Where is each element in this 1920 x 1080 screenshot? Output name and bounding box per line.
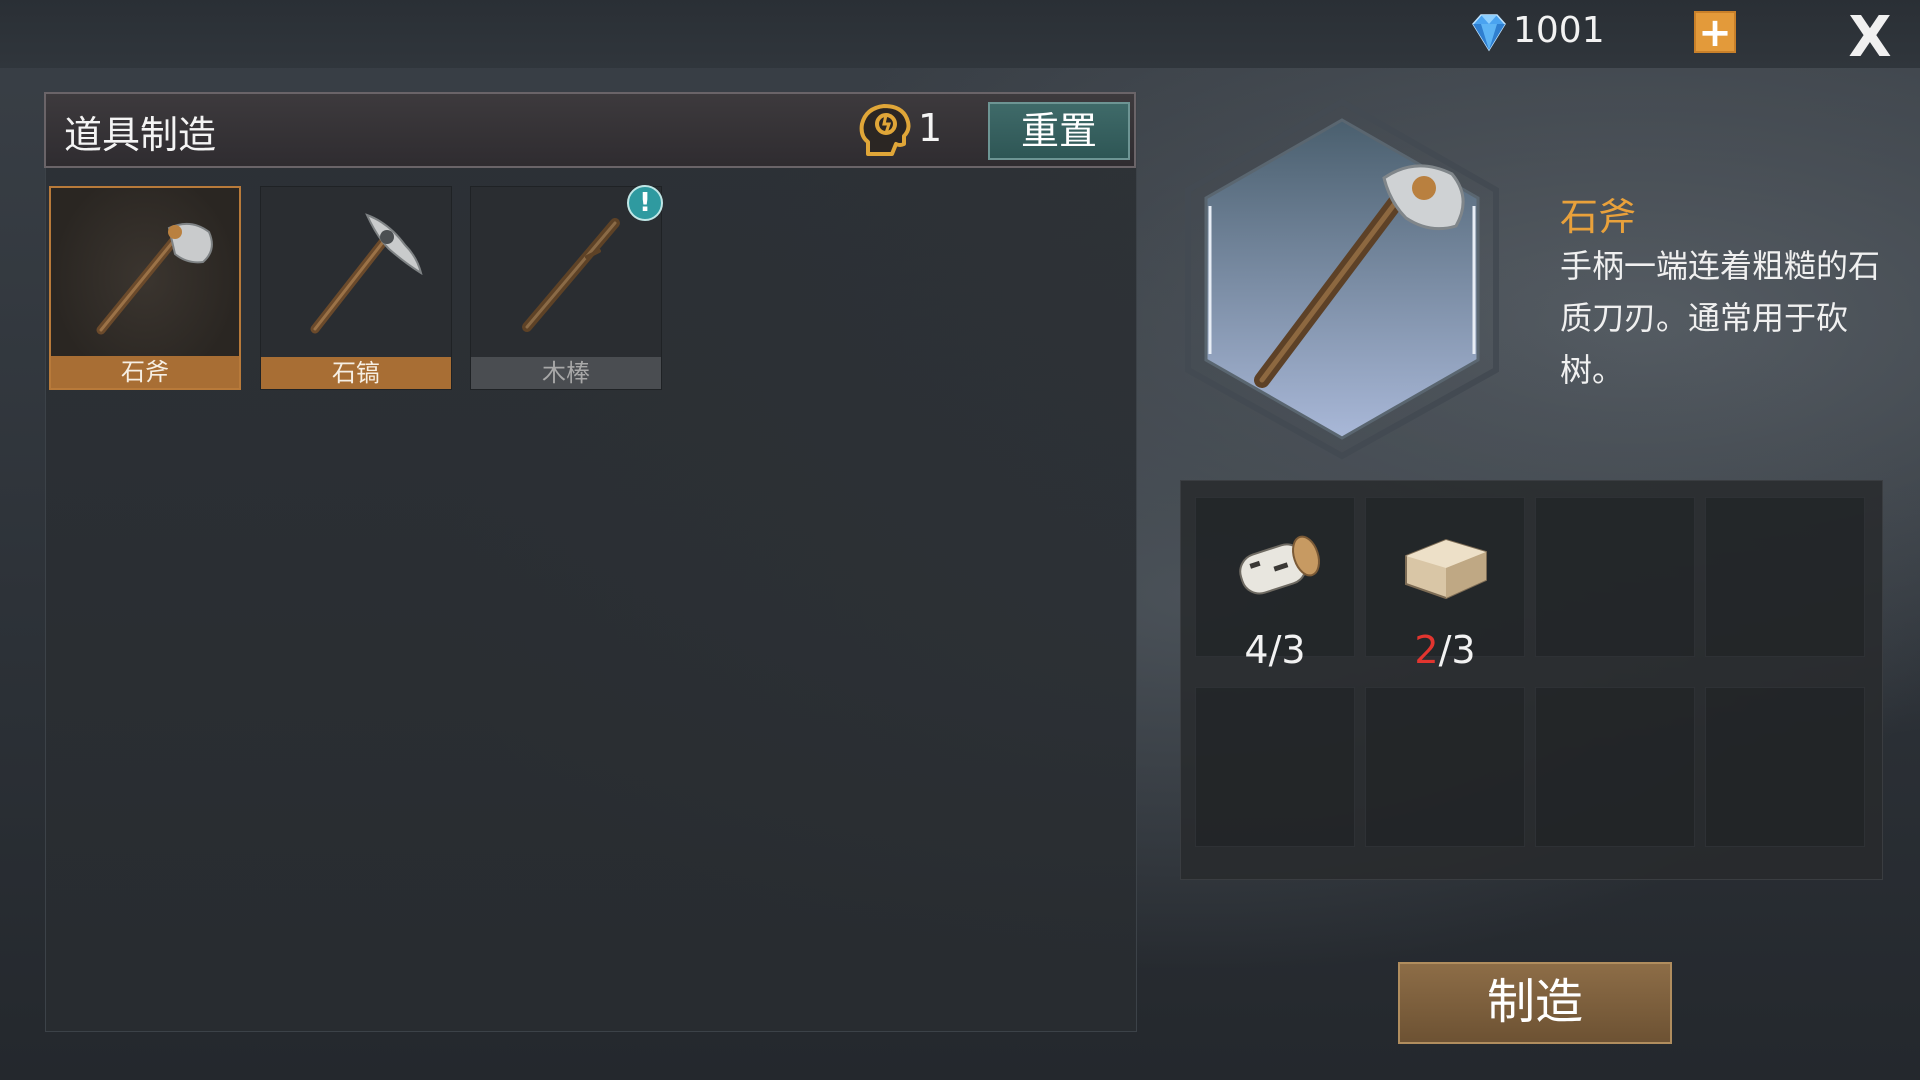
- material-slot-empty: [1535, 497, 1695, 657]
- item-name: 石斧: [1560, 195, 1637, 239]
- reset-button[interactable]: 重置: [988, 102, 1130, 160]
- add-gems-button[interactable]: +: [1694, 11, 1736, 53]
- stone-block-icon: [1405, 538, 1487, 600]
- item-label: 石镐: [261, 357, 451, 389]
- material-slot-empty: [1365, 687, 1525, 847]
- diamond-icon: [1472, 14, 1506, 52]
- material-slot: 2/3: [1365, 497, 1525, 672]
- materials-panel: 4/3 2/3: [1180, 480, 1883, 880]
- material-slot-empty: [1705, 497, 1865, 657]
- material-count: 2/3: [1414, 628, 1476, 672]
- item-label: 木棒: [471, 357, 661, 389]
- item-preview: [1185, 98, 1499, 460]
- stone-pickaxe-icon: [310, 213, 423, 334]
- panel-title: 道具制造: [64, 113, 217, 157]
- gem-count: 1001: [1513, 10, 1605, 51]
- brain-points-icon: [859, 104, 911, 156]
- wooden-stick-icon: [522, 218, 620, 332]
- birch-log-icon: [1239, 535, 1320, 595]
- item-card-stone-axe[interactable]: 石斧: [49, 186, 241, 390]
- material-count: 4/3: [1244, 628, 1306, 672]
- material-slot-empty: [1535, 687, 1695, 847]
- item-description: 手柄一端连着粗糙的石质刀刃。通常用于砍树。: [1560, 247, 1881, 389]
- alert-badge: !: [627, 185, 663, 221]
- material-slot-empty: [1195, 687, 1355, 847]
- top-bar: 1001 + X: [0, 0, 1920, 68]
- item-card-wooden-stick[interactable]: ! 木棒: [470, 185, 663, 390]
- item-label: 石斧: [51, 356, 239, 388]
- close-button[interactable]: X: [1842, 10, 1898, 66]
- material-slot-empty: [1705, 687, 1865, 847]
- points-count: 1: [918, 106, 943, 150]
- panel-header: 道具制造 1 重置: [44, 92, 1136, 168]
- craft-button[interactable]: 制造: [1398, 962, 1672, 1044]
- item-card-stone-pickaxe[interactable]: 石镐: [260, 186, 452, 390]
- material-slot: 4/3: [1195, 497, 1355, 672]
- stone-axe-icon: [96, 222, 213, 335]
